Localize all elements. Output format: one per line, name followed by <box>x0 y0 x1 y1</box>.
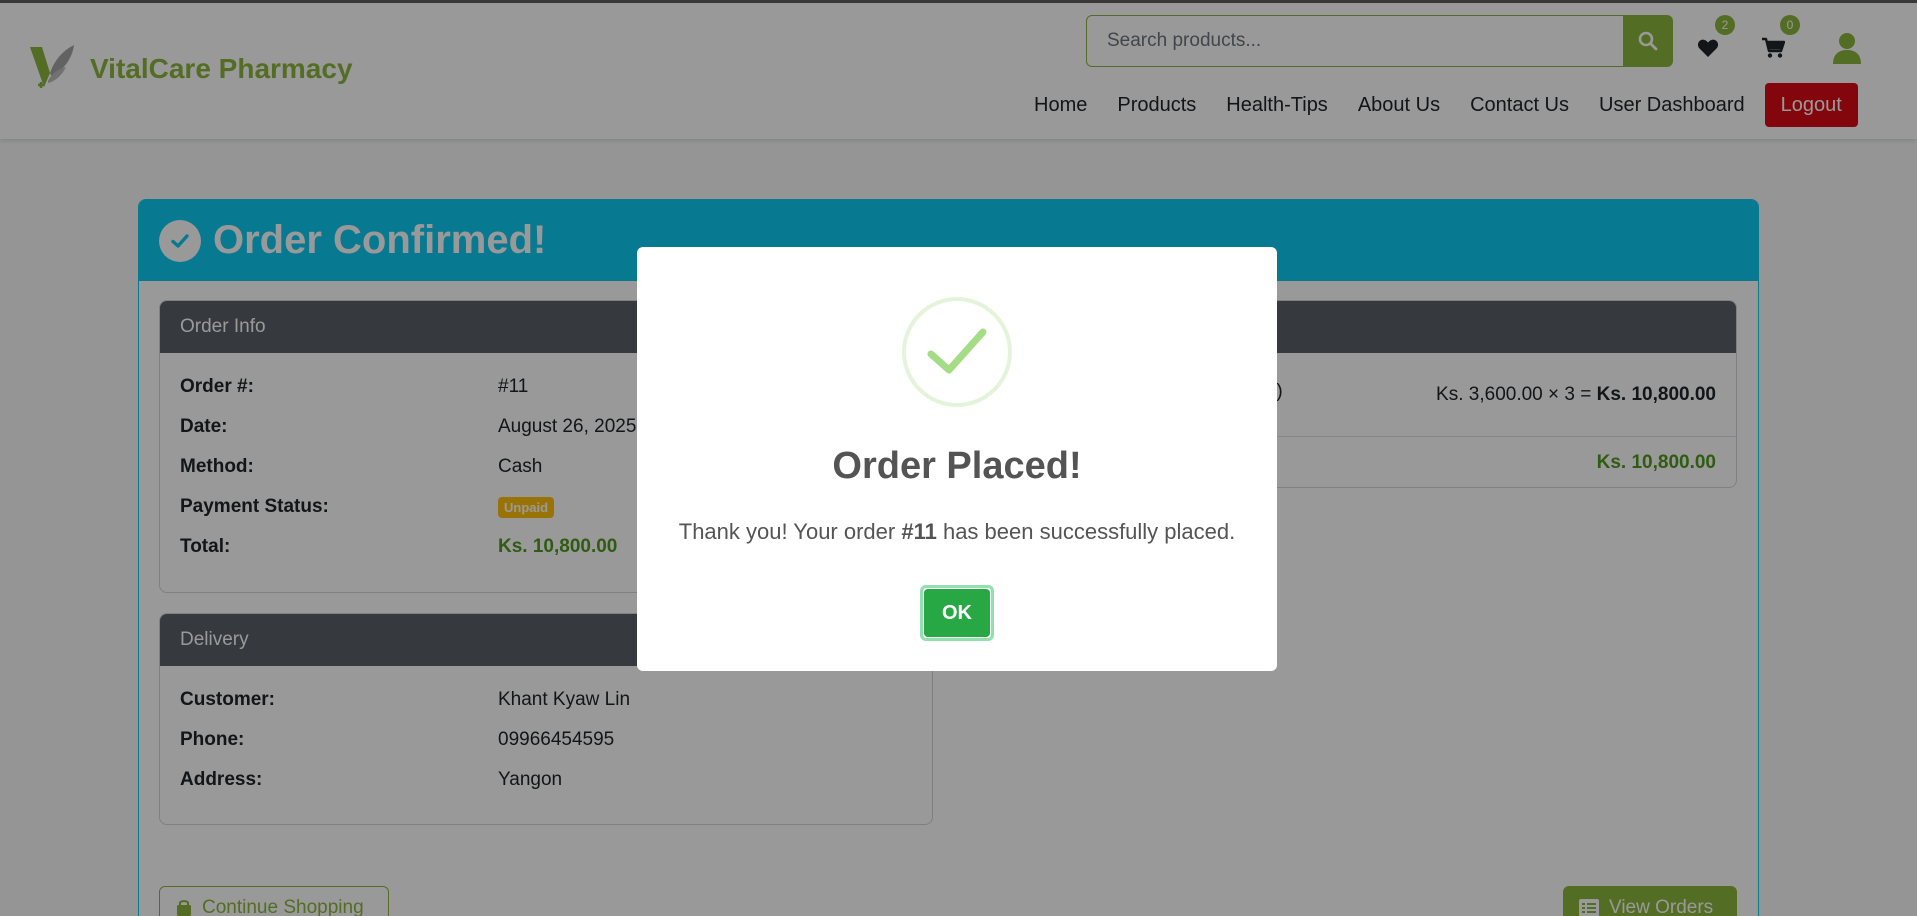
ok-button[interactable]: OK <box>920 585 994 641</box>
order-placed-dialog: Order Placed! Thank you! Your order #11 … <box>637 247 1277 671</box>
dialog-message-start: Thank you! Your order <box>678 519 902 544</box>
dialog-title: Order Placed! <box>832 445 1082 487</box>
dialog-message: Thank you! Your order #11 has been succe… <box>637 519 1277 545</box>
ok-button-label: OK <box>924 589 990 637</box>
success-check-icon <box>902 297 1012 407</box>
dialog-order-number: #11 <box>901 519 937 544</box>
dialog-message-end: has been successfully placed. <box>936 519 1236 544</box>
